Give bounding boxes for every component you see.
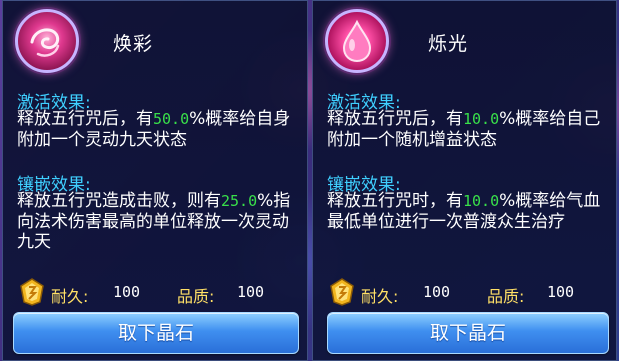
quality-label: 品质: — [177, 287, 215, 306]
quality-value: 100 — [547, 283, 575, 301]
gem-panel-shuoguang: 烁光 激活效果: 释放五行咒后，有10.0%概率给自己附加一个随机增益状态 镶嵌… — [312, 0, 617, 361]
inlay-chance: 10.0 — [463, 192, 500, 210]
durability-icon — [330, 278, 354, 306]
stats-row: 耐久: 100 品质: 100 — [15, 278, 305, 306]
inlay-effect-text: 释放五行咒造成击败，则有25.0%指向法术伤害最高的单位释放一次灵动九天 — [17, 191, 291, 252]
inlay-effect-text: 释放五行咒时，有10.0%概率给气血最低单位进行一次普渡众生治疗 — [327, 191, 601, 232]
activate-effect-text: 释放五行咒后，有10.0%概率给自己附加一个随机增益状态 — [327, 109, 601, 150]
gem-title: 焕彩 — [113, 33, 154, 55]
durability-value: 100 — [423, 283, 451, 301]
activate-effect-text: 释放五行咒后，有50.0%概率给自身附加一个灵动九天状态 — [17, 109, 291, 150]
gem-panel-huancai: 焕彩 激活效果: 释放五行咒后，有50.0%概率给自身附加一个灵动九天状态 镶嵌… — [2, 0, 308, 361]
durability-label: 耐久: — [51, 287, 89, 306]
gem-title: 烁光 — [428, 33, 469, 55]
activate-chance: 50.0 — [153, 110, 190, 128]
stats-row: 耐久: 100 品质: 100 — [325, 278, 615, 306]
quality-value: 100 — [237, 283, 265, 301]
durability-label: 耐久: — [361, 287, 399, 306]
swirl-gem-icon[interactable] — [15, 9, 79, 73]
activate-chance: 10.0 — [463, 110, 500, 128]
inlay-chance: 25.0 — [221, 192, 258, 210]
remove-gem-button[interactable]: 取下晶石 — [13, 312, 299, 354]
durability-value: 100 — [113, 283, 141, 301]
durability-icon — [20, 278, 44, 306]
quality-label: 品质: — [487, 287, 525, 306]
remove-gem-button[interactable]: 取下晶石 — [327, 312, 609, 354]
drop-gem-icon[interactable] — [325, 9, 389, 73]
